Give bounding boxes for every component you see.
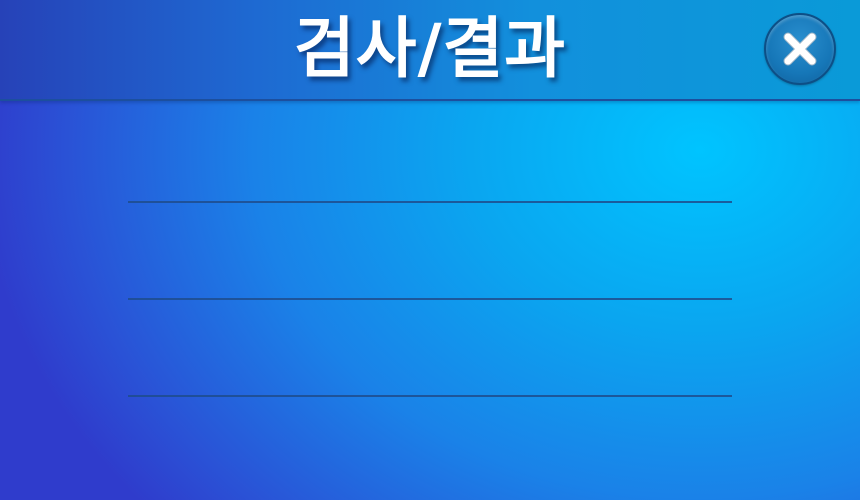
close-icon bbox=[783, 32, 817, 66]
result-row-divider bbox=[128, 298, 732, 300]
result-row-divider bbox=[128, 395, 732, 397]
close-button[interactable] bbox=[764, 13, 836, 85]
result-row-divider bbox=[128, 201, 732, 203]
page-title: 검사/결과 bbox=[294, 10, 566, 87]
title-bar: 검사/결과 bbox=[0, 0, 860, 101]
test-result-screen: 검사/결과 bbox=[0, 0, 860, 500]
